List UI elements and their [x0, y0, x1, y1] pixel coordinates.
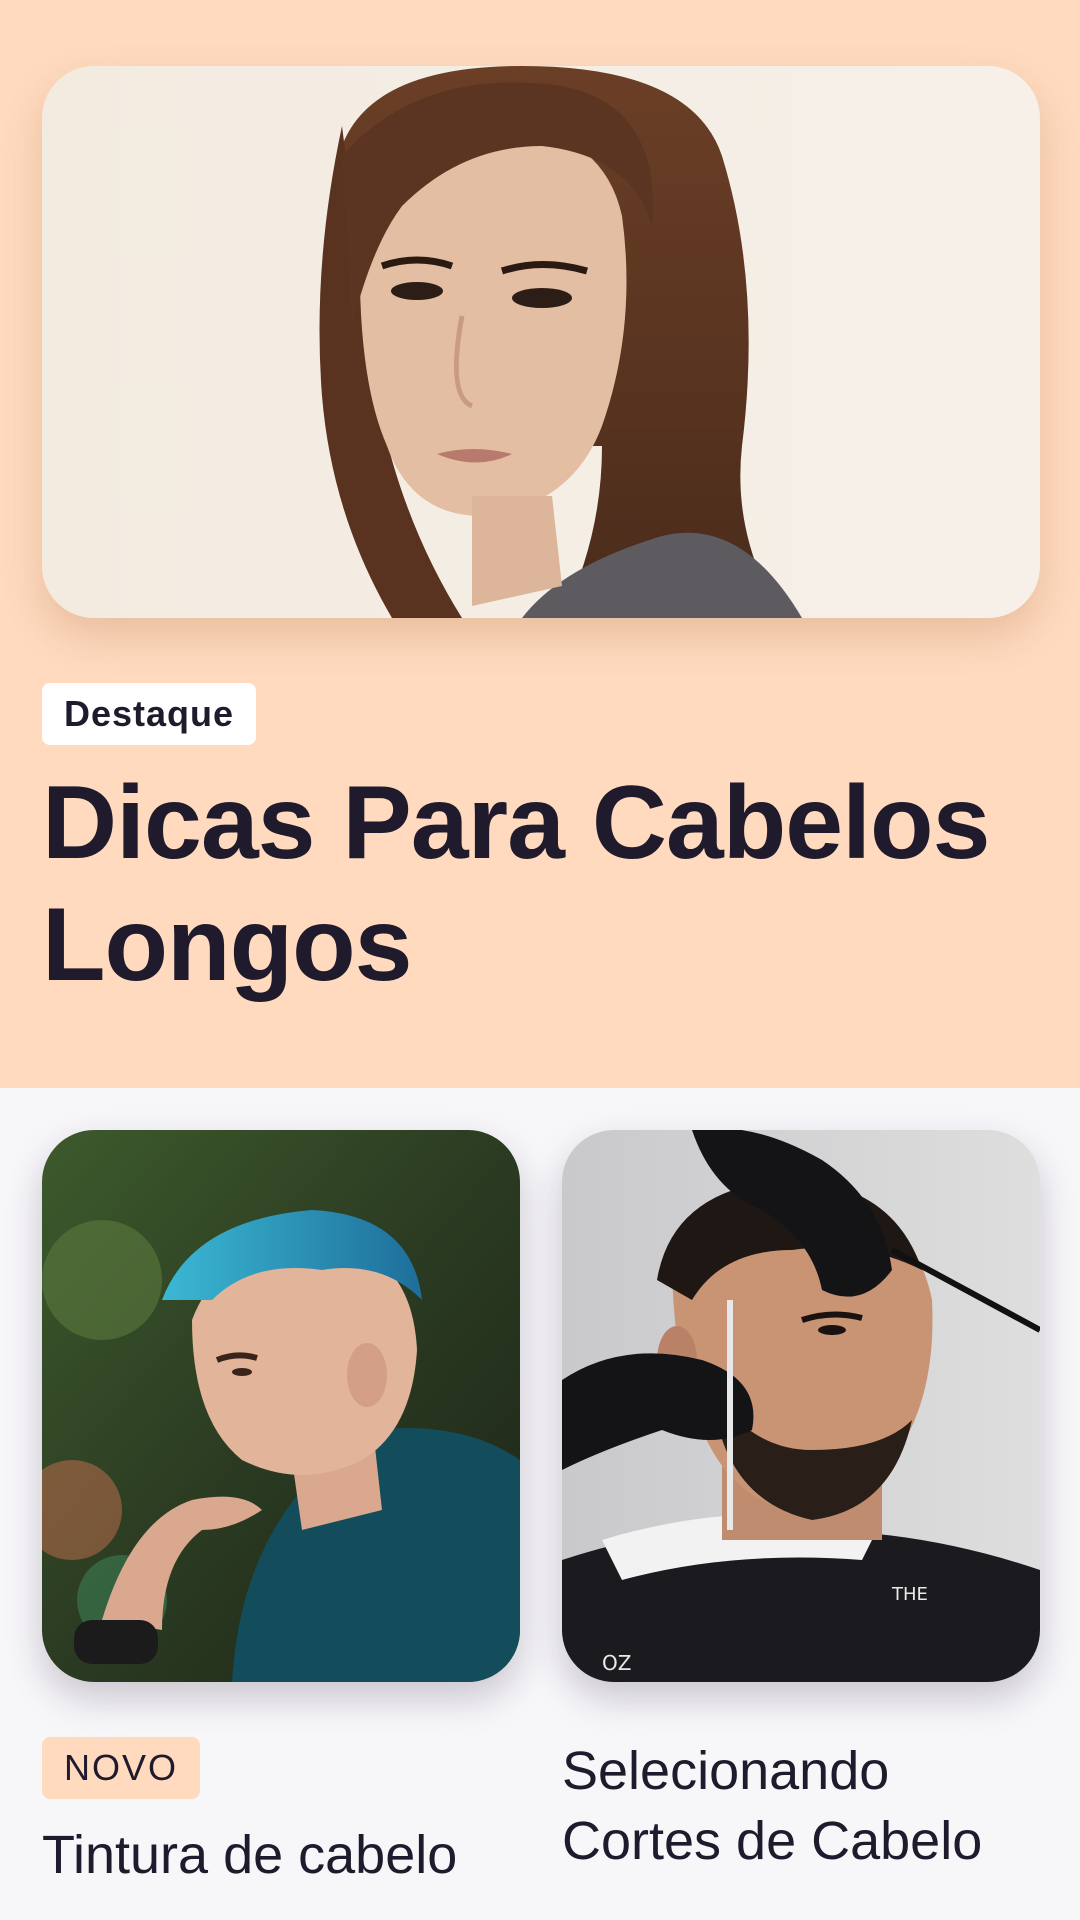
featured-title[interactable]: Dicas Para Cabelos Longos	[42, 762, 1042, 1006]
featured-article-card[interactable]	[42, 66, 1040, 618]
hair-dye-title[interactable]: Tintura de cabelo	[42, 1820, 542, 1890]
featured-badge: Destaque	[42, 683, 257, 745]
svg-text:THE: THE	[891, 1584, 928, 1605]
featured-article-image	[42, 66, 1040, 618]
hair-dye-article-image	[42, 1130, 520, 1682]
haircuts-title[interactable]: Selecionando Cortes de Cabelo	[562, 1736, 1062, 1876]
new-badge: NOVO	[42, 1737, 201, 1799]
article-card-hair-dye[interactable]	[42, 1130, 520, 1682]
haircut-article-image: THE OZ	[562, 1130, 1040, 1682]
article-card-haircuts[interactable]: THE OZ	[562, 1130, 1040, 1682]
svg-text:OZ: OZ	[602, 1651, 631, 1675]
